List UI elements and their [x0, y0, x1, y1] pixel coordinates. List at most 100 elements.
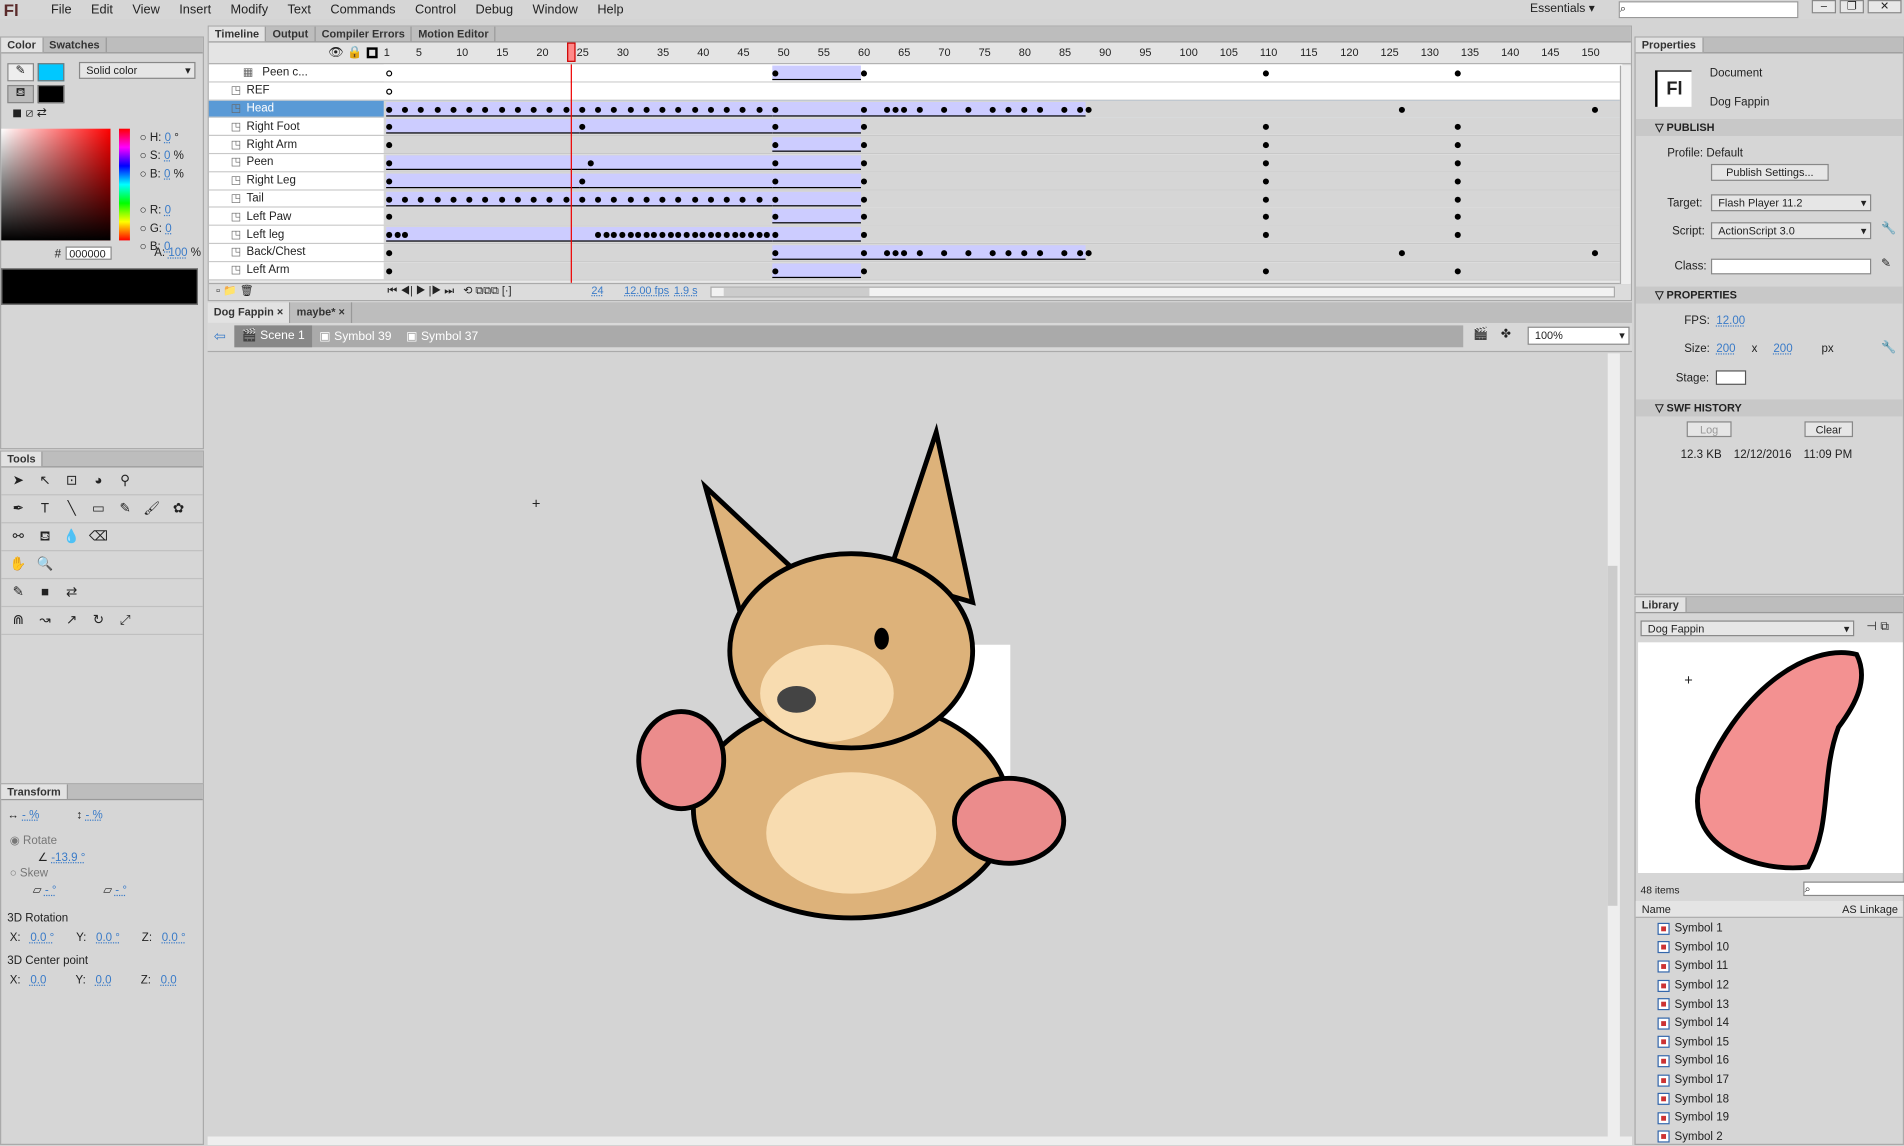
- keyframe[interactable]: [755, 106, 762, 113]
- rot-x[interactable]: 0.0 °: [30, 931, 54, 944]
- tween-span[interactable]: [579, 119, 772, 135]
- rot-y[interactable]: 0.0 °: [96, 931, 120, 944]
- menu-debug[interactable]: Debug: [466, 2, 523, 17]
- menu-text[interactable]: Text: [278, 2, 321, 17]
- keyframe[interactable]: [466, 106, 473, 113]
- tab-color[interactable]: Color: [1, 37, 44, 53]
- keyframe[interactable]: [587, 160, 594, 167]
- layer-row[interactable]: ◳Left Paw••: [208, 208, 1623, 227]
- fill-bucket-icon[interactable]: ⛾: [7, 84, 35, 104]
- keyframe[interactable]: [667, 232, 674, 239]
- target-dropdown[interactable]: Flash Player 11.2 ▾: [1710, 194, 1872, 212]
- free-transform-tool-icon[interactable]: ⊡: [62, 471, 81, 490]
- keyframe[interactable]: [1455, 160, 1462, 167]
- keyframe[interactable]: [1061, 106, 1068, 113]
- keyframe[interactable]: [940, 106, 947, 113]
- center-x[interactable]: 0.0: [30, 974, 46, 987]
- keyframe[interactable]: [579, 196, 586, 203]
- character-artwork[interactable]: [621, 420, 1082, 966]
- stroke-color-swatch[interactable]: [37, 63, 65, 82]
- menu-help[interactable]: Help: [588, 2, 634, 17]
- layer-row[interactable]: ◳Left leg••: [208, 226, 1623, 245]
- keyframe[interactable]: [771, 160, 779, 167]
- timeline-h-scrollbar[interactable]: [710, 286, 1616, 298]
- library-item[interactable]: Symbol 12: [1636, 976, 1901, 995]
- center-y[interactable]: 0.0: [96, 974, 112, 987]
- snap-tool-icon[interactable]: ⋒: [9, 611, 28, 630]
- layer-row[interactable]: ▦Peen c...•🔒: [208, 64, 1623, 83]
- lasso-tool-icon[interactable]: ⚲: [115, 471, 134, 490]
- layer-row[interactable]: ◳Back/Chest••: [208, 244, 1623, 262]
- layer-frames[interactable]: [383, 118, 1623, 136]
- tween-span[interactable]: [386, 227, 772, 242]
- keyframe[interactable]: [691, 106, 698, 113]
- keyframe[interactable]: [675, 196, 682, 203]
- radio-r[interactable]: ○: [140, 204, 150, 217]
- layer-name[interactable]: Left leg: [247, 228, 285, 241]
- keyframe[interactable]: [771, 232, 779, 239]
- tween-span[interactable]: [771, 155, 861, 170]
- keyframe[interactable]: [1085, 250, 1092, 257]
- keyframe[interactable]: [755, 196, 762, 203]
- keyframe[interactable]: [386, 178, 393, 185]
- keyframe[interactable]: [1262, 232, 1269, 239]
- col-as-linkage[interactable]: AS Linkage: [1842, 901, 1898, 918]
- layer-name[interactable]: Right Arm: [247, 138, 298, 151]
- color-picker-field[interactable]: [1, 128, 111, 241]
- stage-canvas[interactable]: +: [207, 353, 1620, 1137]
- publish-section[interactable]: ▽ PUBLISH: [1635, 118, 1903, 136]
- keyframe[interactable]: [1262, 160, 1269, 167]
- skew-h[interactable]: - °: [45, 884, 57, 897]
- swf-history-section[interactable]: ▽ SWF HISTORY: [1635, 399, 1903, 417]
- playback-controls[interactable]: ⏮ ◀| ▶ |▶ ⏭ ⟲ ⧉⧉⧉ [·]: [387, 284, 511, 297]
- minimize-button[interactable]: –: [1811, 0, 1837, 14]
- back-arrow-icon[interactable]: ⇦: [214, 328, 226, 345]
- selection-tool-icon[interactable]: ➤: [9, 471, 28, 490]
- keyframe[interactable]: [675, 106, 682, 113]
- empty-keyframe[interactable]: [386, 70, 393, 77]
- radio-b[interactable]: ○: [140, 168, 150, 181]
- keyframe[interactable]: [892, 106, 899, 113]
- keyframe[interactable]: [386, 268, 393, 275]
- layer-name[interactable]: Peen: [247, 156, 274, 169]
- height-value[interactable]: 200: [1773, 342, 1792, 355]
- maximize-button[interactable]: ❐: [1839, 0, 1864, 14]
- layer-row[interactable]: ◳Left Arm•🔒: [208, 261, 1623, 280]
- hex-input[interactable]: 000000: [65, 246, 112, 260]
- keyframe[interactable]: [562, 106, 570, 113]
- document-tab[interactable]: maybe* ×: [291, 302, 353, 323]
- breadcrumb-item[interactable]: 🎬 Scene 1: [234, 325, 312, 348]
- tab-timeline[interactable]: Timeline: [208, 26, 267, 42]
- document-tab[interactable]: Dog Fappin ×: [207, 302, 291, 323]
- layer-frames[interactable]: [383, 154, 1623, 172]
- radio-g[interactable]: ○: [140, 222, 150, 235]
- keyframe[interactable]: [450, 196, 457, 203]
- keyframe[interactable]: [1021, 250, 1028, 257]
- layer-row[interactable]: ◳Tail••: [208, 190, 1623, 209]
- keyframe[interactable]: [860, 196, 867, 203]
- layer-row[interactable]: ◳Right Foot••: [208, 118, 1623, 137]
- keyframe[interactable]: [402, 106, 409, 113]
- keyframe[interactable]: [691, 196, 698, 203]
- keyframe[interactable]: [964, 106, 971, 113]
- keyframe[interactable]: [1262, 178, 1269, 185]
- color-g-value[interactable]: 0: [165, 222, 171, 235]
- keyframe[interactable]: [860, 214, 867, 221]
- keyframe[interactable]: [627, 196, 634, 203]
- keyframe[interactable]: [579, 106, 586, 113]
- keyframe[interactable]: [603, 232, 610, 239]
- layer-name[interactable]: Back/Chest: [247, 246, 306, 259]
- keyframe[interactable]: [659, 196, 666, 203]
- fps-value[interactable]: 12.00: [1716, 314, 1745, 327]
- keyframe[interactable]: [386, 142, 393, 149]
- line-tool-icon[interactable]: ╲: [62, 499, 81, 518]
- radio-h[interactable]: ○: [140, 131, 150, 144]
- keyframe[interactable]: [1399, 250, 1406, 257]
- keyframe[interactable]: [530, 106, 537, 113]
- color-r-value[interactable]: 0: [165, 204, 171, 217]
- tween-span[interactable]: [771, 119, 861, 135]
- library-item[interactable]: Symbol 11: [1636, 957, 1901, 976]
- rotate-label[interactable]: Rotate: [23, 834, 57, 847]
- scale-height[interactable]: - %: [85, 809, 102, 822]
- edit-scene-icon[interactable]: 🎬: [1473, 328, 1488, 341]
